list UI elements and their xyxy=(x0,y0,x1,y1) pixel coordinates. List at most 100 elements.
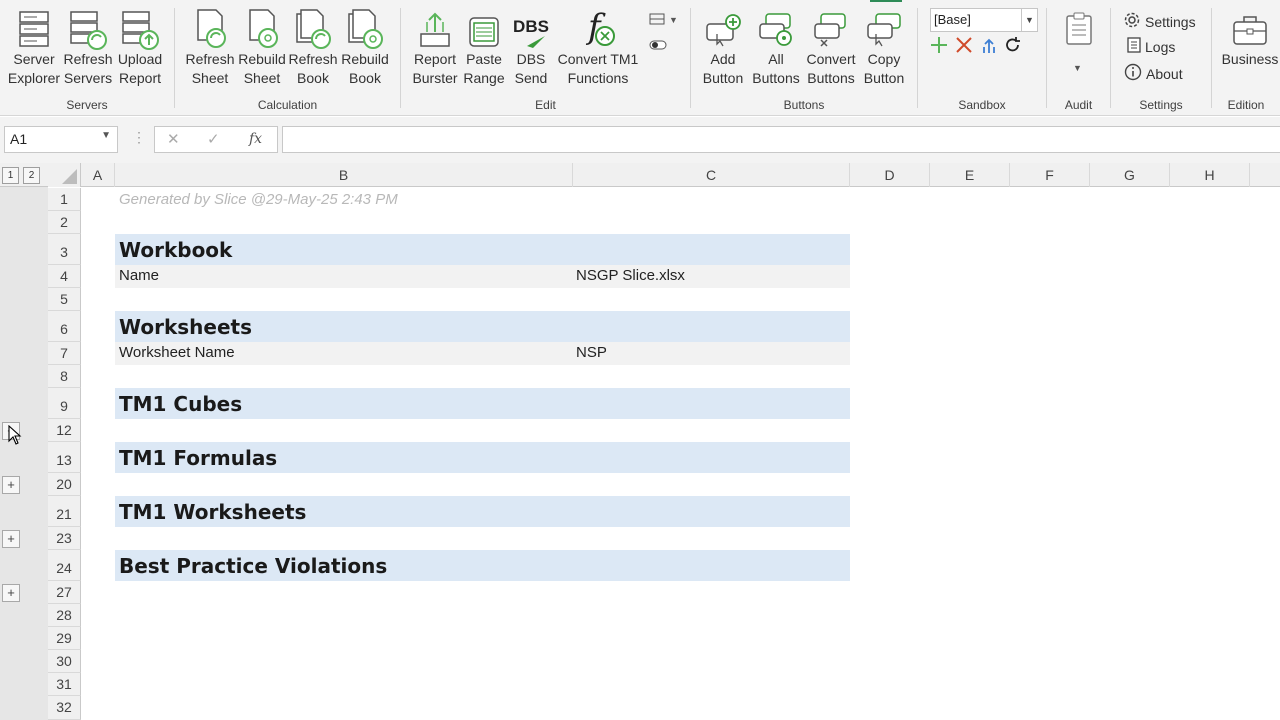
rebuild-sheet-button[interactable]: Rebuild Sheet xyxy=(235,8,289,88)
name-box[interactable]: A1 ▼ xyxy=(4,126,118,153)
row-header[interactable]: 28 xyxy=(48,604,81,627)
column-header-f[interactable]: F xyxy=(1010,163,1090,187)
ribbon: Server Explorer Refresh Servers Upload R… xyxy=(0,0,1280,116)
rebuild-book-button[interactable]: Rebuild Book xyxy=(338,8,392,88)
vertical-ellipsis-icon[interactable]: ⋮ xyxy=(132,129,146,146)
convert-tm1-functions-button[interactable]: f Convert TM1 Functions xyxy=(553,8,643,88)
audit-group-label: Audit xyxy=(1064,98,1093,112)
paste-range-label: Paste Range xyxy=(463,51,505,86)
sandbox-group-label: Sandbox xyxy=(958,98,1006,112)
row-header[interactable]: 6 xyxy=(48,311,81,342)
outline-expand-button[interactable]: + xyxy=(2,530,20,548)
outline-expand-button[interactable]: + xyxy=(2,584,20,602)
refresh-book-button[interactable]: Refresh Book xyxy=(286,8,340,88)
all-buttons-label: All Buttons xyxy=(752,51,800,86)
function-icon: f xyxy=(553,8,643,50)
section-header-tm1-cubes: TM1 Cubes xyxy=(115,388,850,419)
chevron-down-icon[interactable]: ▼ xyxy=(1073,63,1082,73)
row-header[interactable]: 32 xyxy=(48,696,81,720)
sandbox-group: [Base] ▼ Sandbox xyxy=(918,0,1046,116)
audit-button[interactable] xyxy=(1065,12,1093,51)
column-header-row: 1 2 A B C D E F G H xyxy=(0,163,1280,187)
column-header-h[interactable]: H xyxy=(1170,163,1250,187)
briefcase-icon xyxy=(1220,8,1280,50)
add-button-button[interactable]: Add Button xyxy=(696,8,750,88)
business-label: Business xyxy=(1221,51,1279,67)
column-header-b[interactable]: B xyxy=(115,163,573,187)
enter-icon[interactable]: ✓ xyxy=(207,130,220,148)
section-title: TM1 Worksheets xyxy=(119,500,307,524)
outline-level-2-button[interactable]: 2 xyxy=(23,167,40,184)
column-header-e[interactable]: E xyxy=(930,163,1010,187)
formula-input[interactable] xyxy=(282,126,1280,153)
server-explorer-label: Server Explorer xyxy=(7,51,61,86)
upload-report-button[interactable]: Upload Report xyxy=(113,8,167,88)
servers-group-label: Servers xyxy=(66,98,108,112)
report-burster-button[interactable]: Report Burster xyxy=(408,8,462,88)
clipboard-checklist-icon xyxy=(1065,12,1093,50)
row-header[interactable]: 8 xyxy=(48,365,81,388)
row-header[interactable]: 1 xyxy=(48,188,81,211)
row-header[interactable]: 3 xyxy=(48,234,81,265)
row-header[interactable]: 23 xyxy=(48,527,81,550)
paste-range-icon xyxy=(457,8,511,50)
dbs-send-button[interactable]: DBS DBS Send xyxy=(504,8,558,88)
settings-button[interactable]: Settings xyxy=(1123,11,1196,32)
cancel-icon[interactable]: ✕ xyxy=(167,130,180,148)
column-header-d[interactable]: D xyxy=(850,163,930,187)
row-header[interactable]: 4 xyxy=(48,265,81,288)
row-header[interactable]: 20 xyxy=(48,473,81,496)
delete-sandbox-icon[interactable] xyxy=(955,36,973,59)
refresh-servers-button[interactable]: Refresh Servers xyxy=(61,8,115,88)
refresh-sheet-button[interactable]: Refresh Sheet xyxy=(183,8,237,88)
edition-group-label: Edition xyxy=(1227,98,1265,112)
table-format-icon xyxy=(649,12,665,28)
outline-expand-button[interactable]: + xyxy=(2,476,20,494)
chevron-down-icon[interactable]: ▼ xyxy=(101,130,111,141)
outline-level-1-button[interactable]: 1 xyxy=(2,167,19,184)
sandbox-value: [Base] xyxy=(934,12,971,27)
edit-group: Report Burster Paste Range DBS DBS Send … xyxy=(401,0,690,116)
row-header[interactable]: 7 xyxy=(48,342,81,365)
all-buttons-button[interactable]: All Buttons xyxy=(749,8,803,88)
convert-buttons-button[interactable]: Convert Buttons xyxy=(804,8,858,88)
settings-label: Settings xyxy=(1145,13,1196,30)
section-header-worksheets: Worksheets xyxy=(115,311,850,342)
merge-sandbox-icon[interactable] xyxy=(980,36,998,59)
select-all-button[interactable] xyxy=(48,163,81,187)
row-header[interactable]: 27 xyxy=(48,581,81,604)
edit-group-label: Edit xyxy=(535,98,556,112)
dbs-send-label: DBS Send xyxy=(514,51,548,86)
buttons-group: Add Button All Buttons Convert Buttons C… xyxy=(691,0,917,116)
add-sandbox-icon[interactable] xyxy=(930,36,948,59)
column-header-g[interactable]: G xyxy=(1090,163,1170,187)
server-explorer-button[interactable]: Server Explorer xyxy=(7,8,61,88)
row-header[interactable]: 30 xyxy=(48,650,81,673)
row-header[interactable]: 9 xyxy=(48,388,81,419)
reset-sandbox-icon[interactable] xyxy=(1004,36,1022,59)
sandbox-select[interactable]: [Base] ▼ xyxy=(930,8,1038,32)
column-header-a[interactable]: A xyxy=(81,163,115,187)
about-button[interactable]: About xyxy=(1124,63,1183,84)
copy-button-button[interactable]: Copy Button xyxy=(857,8,911,88)
logs-button[interactable]: Logs xyxy=(1127,37,1175,56)
paste-range-button[interactable]: Paste Range xyxy=(457,8,511,88)
row-header[interactable]: 5 xyxy=(48,288,81,311)
section-header-best-practice-violations: Best Practice Violations xyxy=(115,550,850,581)
format-dropdown[interactable]: ▼ xyxy=(649,12,678,28)
insert-function-icon[interactable]: fx xyxy=(249,131,262,147)
section-header-workbook: Workbook xyxy=(115,234,850,265)
row-header[interactable]: 24 xyxy=(48,550,81,581)
row-header[interactable]: 29 xyxy=(48,627,81,650)
row-header[interactable]: 13 xyxy=(48,442,81,473)
section-title: Best Practice Violations xyxy=(119,554,388,578)
column-header-c[interactable]: C xyxy=(573,163,850,187)
business-edition-button[interactable]: Business xyxy=(1220,8,1280,69)
row-header[interactable]: 12 xyxy=(48,419,81,442)
refresh-sheet-icon xyxy=(183,8,237,50)
row-header[interactable]: 21 xyxy=(48,496,81,527)
row-header[interactable]: 31 xyxy=(48,673,81,696)
row-header[interactable]: 2 xyxy=(48,211,81,234)
toggle-option[interactable] xyxy=(649,38,667,54)
section-title: Workbook xyxy=(119,238,233,262)
